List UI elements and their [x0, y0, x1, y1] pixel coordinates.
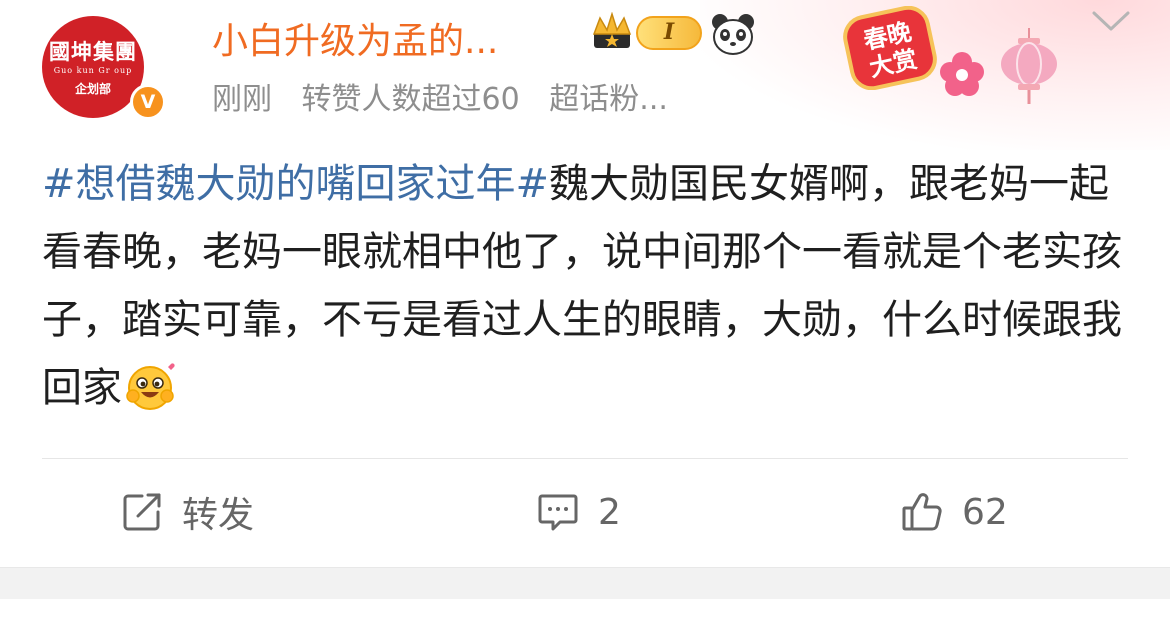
- repost-button[interactable]: 转发: [120, 484, 254, 540]
- lantern-icon: [1001, 28, 1057, 104]
- next-post-area: [0, 599, 1170, 637]
- avatar-subtitle: Guo kun Gr oup: [53, 66, 133, 75]
- fan-label[interactable]: 超话粉...: [549, 82, 668, 117]
- post-text: #想借魏大勋的嘴回家过年#魏大勋国民女婿啊，跟老妈一起看春晚，老妈一眼就相中他了…: [42, 150, 1132, 422]
- username[interactable]: 小白升级为孟的...: [212, 12, 498, 64]
- chevron-down-icon[interactable]: [1090, 8, 1132, 34]
- flower-icon: [940, 52, 984, 96]
- emoji-icon: [126, 363, 175, 410]
- like-count: 62: [962, 491, 1008, 533]
- panda-icon: [712, 14, 754, 55]
- avatar-dept: 企划部: [74, 82, 111, 96]
- topic-link[interactable]: #想借魏大勋的嘴回家过年#: [42, 161, 549, 207]
- divider: [42, 458, 1128, 459]
- avatar-title: 國坤集團: [49, 39, 137, 64]
- level-badge[interactable]: I: [636, 16, 702, 50]
- repost-info: 转赞人数超过60: [301, 82, 520, 117]
- verified-badge: V: [130, 84, 166, 120]
- comment-icon: [538, 494, 578, 531]
- comment-count: 2: [598, 491, 621, 533]
- crown-icon: [592, 12, 632, 48]
- like-icon: [902, 493, 942, 531]
- feed-separator: [0, 567, 1170, 599]
- repost-icon: [123, 493, 161, 531]
- weibo-post-card: 國坤集團 Guo kun Gr oup 企划部 V 小白升级为孟的... I 刚…: [0, 0, 1170, 567]
- avatar[interactable]: 國坤集團 Guo kun Gr oup 企划部 V: [42, 16, 166, 120]
- like-button[interactable]: 62: [900, 484, 1008, 540]
- avatar-image: 國坤集團 Guo kun Gr oup 企划部: [42, 16, 144, 118]
- post-meta: 刚刚 转赞人数超过60 超话粉...: [212, 74, 668, 118]
- festival-badge[interactable]: 春晚 大赏: [838, 6, 942, 90]
- comment-button[interactable]: 2: [536, 484, 621, 540]
- post-time: 刚刚: [212, 82, 272, 117]
- repost-label: 转发: [182, 495, 255, 536]
